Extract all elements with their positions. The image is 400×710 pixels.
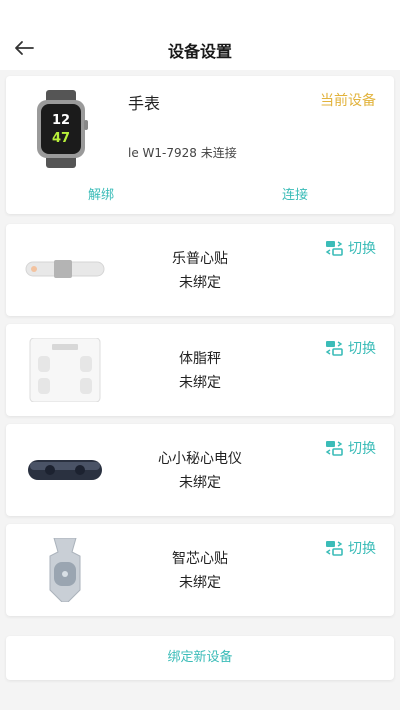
ecg-patch-image <box>25 260 105 278</box>
switch-device-icon <box>325 341 343 356</box>
switch-button[interactable]: 切换 <box>325 438 376 458</box>
svg-text:12: 12 <box>52 113 70 128</box>
switch-button[interactable]: 切换 <box>325 338 376 358</box>
page-title: 设备设置 <box>167 42 232 61</box>
switch-label: 切换 <box>348 541 376 557</box>
top-bar: 设备设置 <box>0 0 400 70</box>
body-fat-scale-image <box>29 338 101 402</box>
switch-device-icon <box>325 541 343 556</box>
smart-heart-patch-image <box>49 538 81 602</box>
switch-button[interactable]: 切换 <box>325 538 376 558</box>
device-name: 心小秘心电仪 <box>158 451 242 467</box>
switch-label: 切换 <box>348 341 376 357</box>
device-status: 未绑定 <box>179 475 221 491</box>
switch-device-icon <box>325 441 343 456</box>
switch-label: 切换 <box>348 241 376 257</box>
unbind-button[interactable]: 解绑 <box>88 184 114 203</box>
connect-button[interactable]: 连接 <box>282 184 308 203</box>
device-card-smart-heart-patch[interactable]: 智芯心贴 未绑定 切换 <box>6 524 394 616</box>
device-status: 未绑定 <box>179 575 221 591</box>
device-name: 体脂秤 <box>179 351 221 367</box>
bind-new-device-button[interactable]: 绑定新设备 <box>6 636 394 680</box>
device-name: 手表 <box>128 94 161 113</box>
device-id-status: le W1-7928 未连接 <box>128 146 237 160</box>
device-card-body-fat-scale[interactable]: 体脂秤 未绑定 切换 <box>6 324 394 416</box>
device-card-lepu-patch[interactable]: 乐普心贴 未绑定 切换 <box>6 224 394 316</box>
device-name: 智芯心贴 <box>172 551 228 567</box>
current-device-card: 12 47 手表 当前设备 le W1-7928 未连接 解绑 连接 <box>6 76 394 214</box>
current-device-badge: 当前设备 <box>320 93 376 109</box>
device-status: 未绑定 <box>179 275 221 291</box>
device-name: 乐普心贴 <box>172 251 228 267</box>
switch-device-icon <box>325 241 343 256</box>
ecg-monitor-image <box>28 460 102 480</box>
svg-text:47: 47 <box>52 131 70 146</box>
smartwatch-image: 12 47 <box>37 90 88 168</box>
switch-button[interactable]: 切换 <box>325 238 376 258</box>
switch-label: 切换 <box>348 441 376 457</box>
device-status: 未绑定 <box>179 375 221 391</box>
device-card-ecg-monitor[interactable]: 心小秘心电仪 未绑定 切换 <box>6 424 394 516</box>
